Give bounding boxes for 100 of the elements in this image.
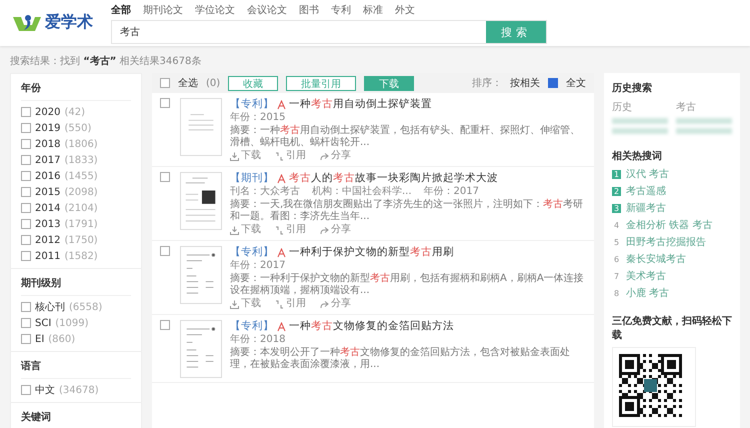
checkbox[interactable] (160, 98, 170, 108)
quote-icon (275, 300, 284, 308)
document-type: 【专利】 (230, 98, 274, 111)
filter-option[interactable]: 2018 (35, 138, 60, 150)
filter-count: (860) (48, 334, 76, 344)
checkbox[interactable] (21, 334, 31, 344)
rank-number: 3 (612, 204, 621, 212)
quote-icon (275, 226, 284, 234)
filter-option[interactable]: 2016 (35, 170, 60, 182)
section-heading: 历史搜索 (612, 82, 653, 95)
checkbox[interactable] (21, 187, 31, 197)
checkbox[interactable] (21, 171, 31, 181)
checkbox[interactable] (21, 385, 31, 395)
result-meta: 年份：2017 (230, 260, 286, 272)
checkbox[interactable] (21, 302, 31, 312)
checkbox[interactable] (21, 139, 31, 149)
result-abstract: 摘要：本发明公开了一种考古文物修复的金箔回贴方法，包含对被贴金表面处理，在被贴金表面涂覆漆液，用... (230, 347, 571, 371)
result-action[interactable]: 分享 (320, 150, 351, 162)
checkbox[interactable] (21, 219, 31, 229)
rank-number: 2 (612, 186, 621, 196)
filter-option[interactable]: EI (35, 334, 44, 344)
search-field[interactable]: 考古 搜索 (111, 20, 547, 44)
category-tab[interactable]: 会议论文 (247, 3, 287, 17)
checkbox[interactable] (548, 78, 558, 88)
category-tab[interactable]: 图书 (299, 3, 319, 17)
checkbox[interactable] (21, 251, 31, 261)
document-type: 【专利】 (230, 320, 274, 333)
result-action[interactable]: 引用 (275, 298, 306, 310)
select-all-label[interactable]: 全选 (178, 76, 198, 90)
document-type: 【期刊】 (230, 172, 274, 185)
category-tab[interactable]: 全部 (111, 3, 131, 17)
pdf-icon (277, 100, 286, 110)
filter-heading: 年份 (21, 78, 131, 101)
checkbox[interactable] (21, 318, 31, 328)
share-icon (320, 226, 329, 234)
checkbox[interactable] (160, 172, 170, 182)
pdf-icon (277, 174, 286, 184)
filter-count: (2104) (64, 202, 98, 214)
result-action[interactable]: 引用 (275, 150, 306, 162)
filter-count: (1833) (64, 154, 98, 166)
filter-count: (42) (64, 106, 85, 118)
checkbox[interactable] (21, 123, 31, 133)
filter-count: (1806) (64, 138, 98, 150)
promo-text: 三亿免费文献，扫码轻松下载 (612, 314, 732, 342)
rank-number: 8 (612, 288, 620, 298)
result-abstract: 摘要：一天,我在微信朋友圈贴出了李济先生的这一张照片，注明如下：考古考研和一题。看图：李济先生当年... (230, 199, 584, 223)
sort-label: 排序： (472, 76, 502, 90)
filter-option[interactable]: 核心刊 (35, 300, 65, 314)
rank-number: 5 (612, 238, 620, 246)
filter-option[interactable]: 2015 (35, 186, 60, 198)
result-action[interactable]: 引用 (275, 224, 306, 236)
section-heading: 相关热搜词 (612, 150, 663, 163)
filter-option[interactable]: 2014 (35, 202, 60, 214)
result-action[interactable]: 分享 (320, 298, 351, 310)
result-action[interactable]: 下载 (230, 298, 261, 310)
sort-option[interactable]: 按相关 (510, 76, 540, 90)
result-action[interactable]: 分享 (320, 224, 351, 236)
filter-option[interactable]: 2020 (35, 106, 60, 118)
checkbox[interactable] (21, 155, 31, 165)
download-icon (230, 300, 239, 308)
rank-number: 7 (612, 272, 620, 280)
result-title-link[interactable]: 一种利于保护文物的新型考古用刷 (289, 246, 454, 259)
result-action[interactable]: 下载 (230, 224, 261, 236)
checkbox[interactable] (160, 246, 170, 256)
result-action[interactable]: 下载 (230, 150, 261, 162)
checkbox[interactable] (160, 320, 170, 330)
document-thumbnail (180, 172, 222, 230)
filter-option[interactable]: 2017 (35, 154, 60, 166)
result-title-link[interactable]: 一种考古文物修复的金箔回贴方法 (289, 320, 454, 333)
filter-option[interactable]: 2012 (35, 234, 60, 246)
filter-count: (6558) (69, 302, 102, 312)
filter-option[interactable]: 2013 (35, 218, 60, 230)
result-title-link[interactable]: 考古人的考古故事一块彩陶片掀起学术大波 (289, 172, 498, 185)
category-tab[interactable]: 期刊论文 (143, 3, 183, 17)
checkbox[interactable] (21, 203, 31, 213)
fulltext-label[interactable]: 全文 (566, 76, 586, 90)
filter-option[interactable]: 中文 (35, 383, 55, 397)
hot-search-term[interactable]: 田野考古挖掘报告 (626, 235, 706, 249)
document-type: 【专利】 (230, 246, 274, 259)
category-tab[interactable]: 外文 (395, 3, 415, 17)
download-icon (230, 152, 239, 160)
category-tab[interactable]: 专利 (331, 3, 351, 17)
filter-option[interactable]: SCI (35, 318, 52, 328)
pdf-icon (277, 322, 286, 332)
category-tab[interactable]: 学位论文 (195, 3, 235, 17)
filter-count: (34678) (59, 384, 99, 396)
result-title-link[interactable]: 一种考古用自动倒土探铲装置 (289, 98, 432, 111)
checkbox[interactable] (160, 78, 170, 88)
result-abstract: 摘要：一种考古用自动倒土探铲装置，包括有铲头、配重杆、探照灯、伸缩管、滑槽、蜗杆电机、蜗杆齿轮开... (230, 125, 581, 149)
checkbox[interactable] (21, 235, 31, 245)
hot-search-term[interactable]: 美术考古 (626, 269, 666, 283)
checkbox[interactable] (21, 107, 31, 117)
filter-option[interactable]: 2011 (35, 250, 60, 262)
logo-icon (12, 12, 42, 32)
hot-search-term[interactable]: 考古遥感 (626, 184, 666, 198)
filter-count: (1750) (64, 234, 98, 246)
category-tab[interactable]: 标准 (363, 3, 383, 17)
blurred-entry (676, 118, 732, 124)
filter-option[interactable]: 2019 (35, 122, 60, 134)
qr-code (619, 354, 682, 417)
